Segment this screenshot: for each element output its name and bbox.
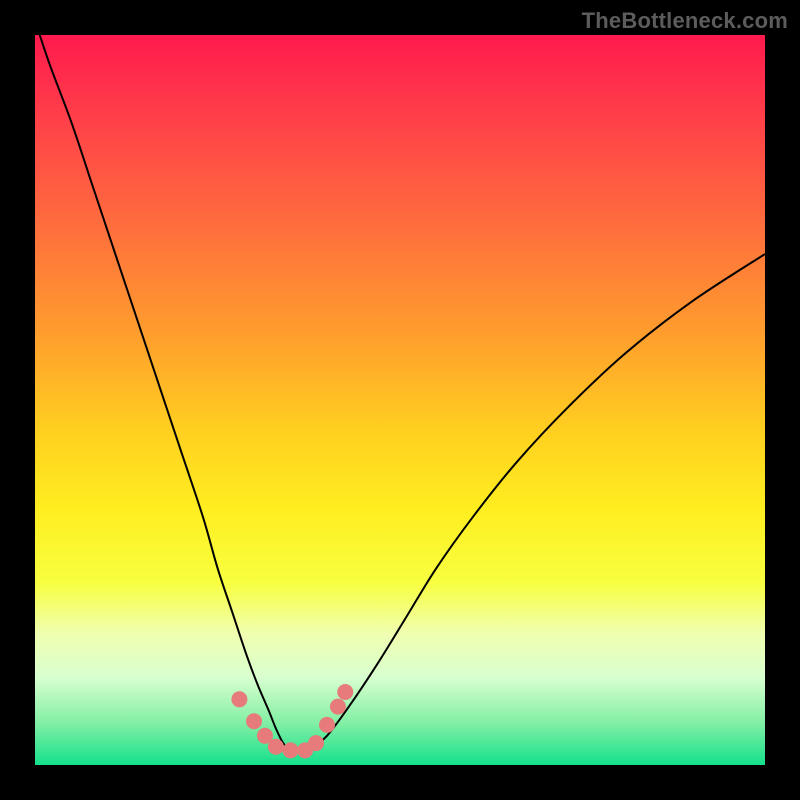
- curve-layer: [35, 35, 765, 765]
- curve-marker: [246, 713, 262, 729]
- curve-marker: [337, 684, 353, 700]
- chart-frame: TheBottleneck.com: [0, 0, 800, 800]
- curve-marker: [319, 717, 335, 733]
- marker-group: [231, 684, 353, 758]
- curve-marker: [268, 739, 284, 755]
- curve-marker: [231, 691, 247, 707]
- watermark-text: TheBottleneck.com: [582, 8, 788, 34]
- plot-area: [35, 35, 765, 765]
- bottleneck-curve: [35, 20, 765, 751]
- curve-marker: [330, 699, 346, 715]
- curve-marker: [308, 735, 324, 751]
- curve-marker: [283, 742, 299, 758]
